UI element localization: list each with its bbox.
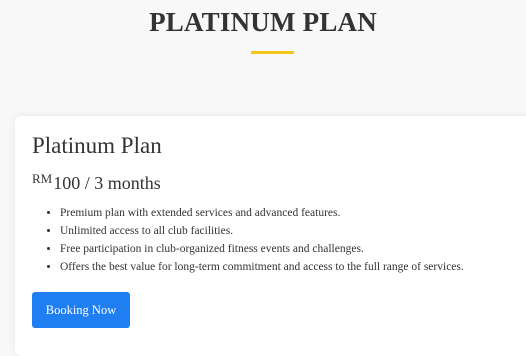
booking-now-button[interactable]: Booking Now [32, 292, 130, 328]
feature-item: Offers the best value for long-term comm… [60, 258, 464, 276]
feature-item: Free participation in club-organized fit… [60, 240, 464, 258]
plan-price: RM100 / 3 months [32, 167, 161, 195]
price-amount: 100 / 3 months [53, 173, 161, 193]
section-title: PLATINUM PLAN [149, 7, 377, 37]
plan-card: Platinum Plan RM100 / 3 months Premium p… [15, 116, 526, 356]
feature-item: Premium plan with extended services and … [60, 204, 464, 222]
feature-list: Premium plan with extended services and … [41, 204, 464, 276]
price-currency: RM [32, 171, 53, 186]
feature-item: Unlimited access to all club facilities. [60, 222, 464, 240]
title-underline [251, 51, 294, 54]
plan-name: Platinum Plan [32, 133, 162, 158]
